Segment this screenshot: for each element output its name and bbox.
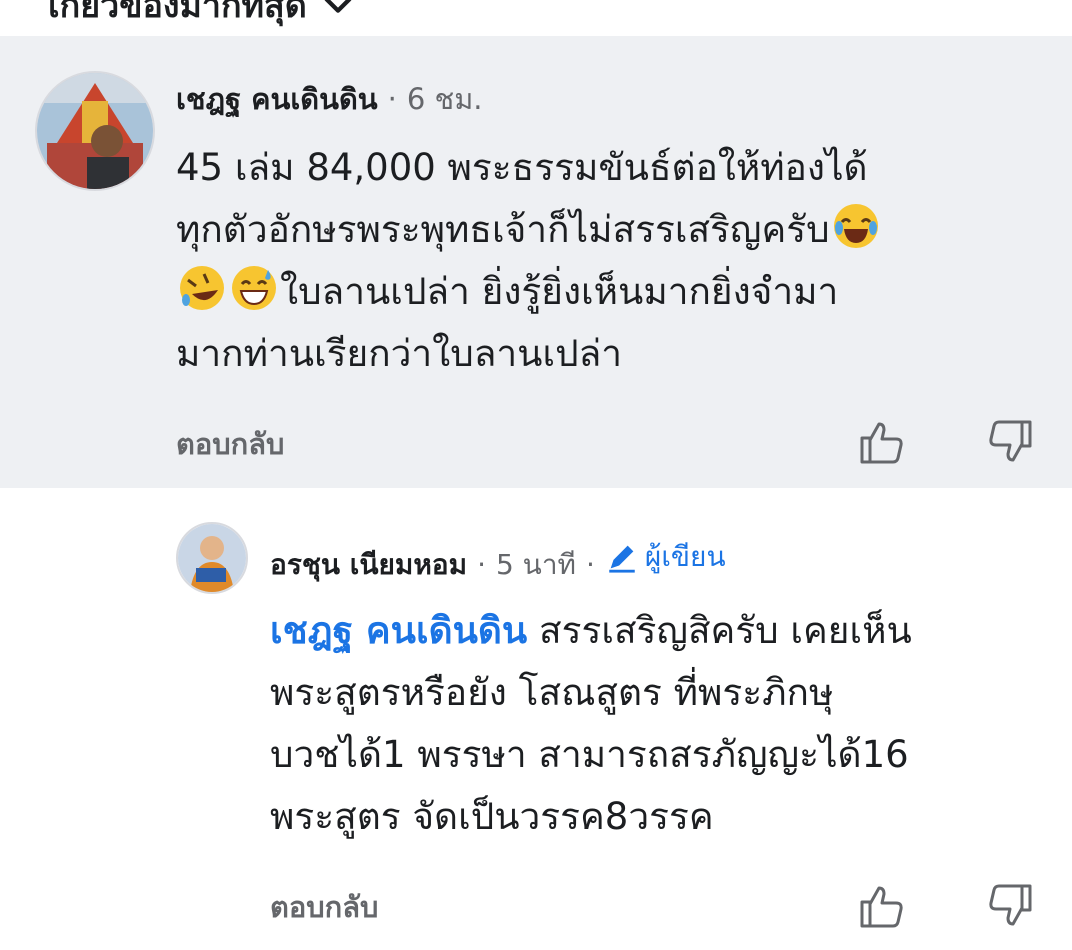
- reply-button[interactable]: ตอบกลับ: [270, 884, 378, 930]
- thumbs-up-icon[interactable]: [858, 418, 906, 466]
- laughing-emoji-icon: [833, 204, 878, 248]
- comment-line: ทุกตัวอักษรพระพุทธเจ้าก็ไม่สรรเสริญครับ: [176, 199, 882, 261]
- comment-line: 45 เล่ม 84,000 พระธรรมขันธ์ต่อให้ท่องได้: [176, 146, 868, 189]
- comment-meta: อรชุน เนียมหอม · 5 นาที · ผู้เขียน: [270, 535, 726, 587]
- comment-line: บวชได้1 พรรษา สามารถสรภัญญะได้16: [270, 733, 909, 776]
- author-badge: ผู้เขียน: [605, 535, 726, 579]
- pencil-icon: [609, 545, 635, 573]
- avatar-image: [37, 73, 153, 189]
- separator: ·: [477, 548, 486, 581]
- timestamp[interactable]: 6 ชม.: [407, 76, 483, 122]
- comment-line: ใบลานเปล่า ยิ่งรู้ยิ่งเห็นมากยิ่งจำมา: [176, 261, 882, 323]
- sweat-smile-emoji-icon: [232, 266, 276, 310]
- avatar[interactable]: [35, 71, 155, 191]
- badge-label: ผู้เขียน: [644, 540, 726, 573]
- author-name[interactable]: อรชุน เนียมหอม: [270, 543, 467, 587]
- avatar-image: [178, 524, 246, 592]
- rolling-laughing-emoji-icon: [180, 266, 224, 310]
- thumbs-down-icon[interactable]: [986, 882, 1034, 930]
- mention-link[interactable]: เชฎฐ คนเดินดิน: [270, 609, 527, 652]
- comment-body: เชฎฐ คนเดินดิน สรรเสริญสิครับ เคยเห็น พร…: [270, 600, 912, 848]
- timestamp[interactable]: 5 นาที: [496, 543, 576, 587]
- thumbs-down-icon[interactable]: [986, 418, 1034, 466]
- author-name[interactable]: เชฎฐ คนเดินดิน: [176, 76, 378, 122]
- comment-meta: เชฎฐ คนเดินดิน · 6 ชม.: [176, 76, 483, 122]
- thumbs-up-icon[interactable]: [858, 882, 906, 930]
- chevron-down-icon: [324, 0, 352, 13]
- comment-line: พระสูตร จัดเป็นวรรค8วรรค: [270, 795, 714, 838]
- comment-line: พระสูตรหรือยัง โสณสูตร ที่พระภิกษุ: [270, 671, 834, 714]
- comment-body: 45 เล่ม 84,000 พระธรรมขันธ์ต่อให้ท่องได้…: [176, 137, 882, 385]
- sort-label: เกี่ยวข้องมากที่สุด: [48, 0, 307, 26]
- sort-selector[interactable]: เกี่ยวข้องมากที่สุด: [48, 0, 355, 32]
- avatar[interactable]: [176, 522, 248, 594]
- comment-line: เชฎฐ คนเดินดิน สรรเสริญสิครับ เคยเห็น: [270, 609, 912, 652]
- comment-line: มากท่านเรียกว่าใบลานเปล่า: [176, 332, 623, 375]
- reply-button[interactable]: ตอบกลับ: [176, 421, 284, 467]
- separator: ·: [387, 82, 397, 116]
- separator: ·: [586, 548, 595, 581]
